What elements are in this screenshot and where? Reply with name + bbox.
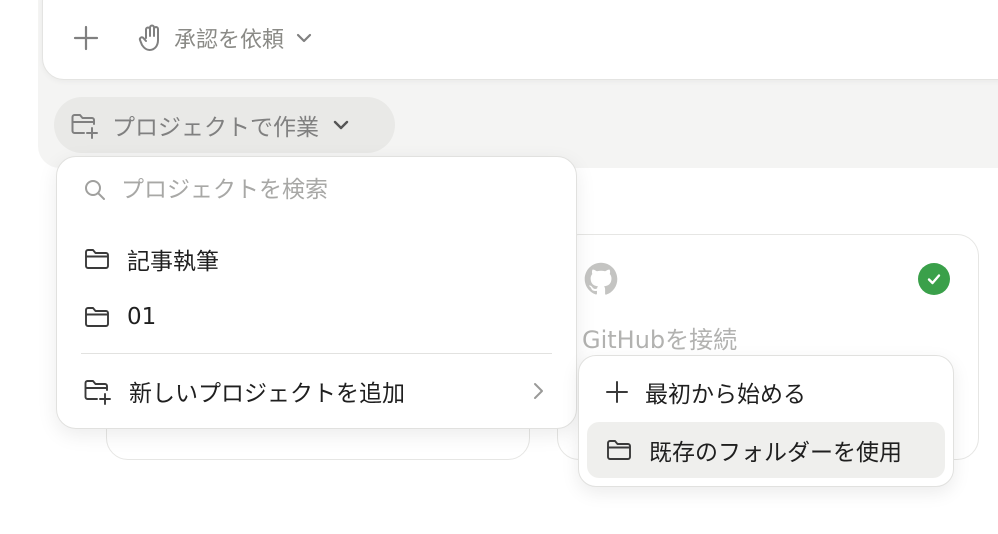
hand-icon [138,24,159,51]
add-new-project-label: 新しいプロジェクトを追加 [129,381,405,407]
add-project-submenu: 最初から始める 既存のフォルダーを使用 [578,355,954,487]
folder-icon [85,307,109,327]
project-selector-button[interactable]: プロジェクトで作業 [54,97,395,153]
project-dropdown-menu: 記事執筆 01 新しいプロジェクトを追加 [56,156,577,429]
plus-icon [606,381,628,403]
github-connect-label: GitHubを接続 [582,326,738,354]
use-existing-folder-label: 既存のフォルダーを使用 [649,440,902,466]
project-search [83,177,521,203]
project-selector-label: プロジェクトで作業 [112,115,319,141]
search-icon [85,180,105,200]
project-search-input[interactable] [121,177,521,203]
folder-plus-icon [71,114,98,139]
start-from-scratch-item[interactable]: 最初から始める [587,364,945,420]
chevron-down-icon [333,120,349,130]
project-item[interactable]: 01 [57,293,576,341]
request-approval-label: 承認を依頼 [174,28,285,53]
add-attachment-button[interactable] [70,22,102,54]
start-from-scratch-label: 最初から始める [645,382,806,408]
folder-icon [85,249,109,269]
folder-plus-icon [84,380,111,405]
project-item-label: 記事執筆 [127,249,219,275]
menu-divider [81,353,552,354]
plus-icon [73,25,99,51]
add-new-project-item[interactable]: 新しいプロジェクトを追加 [57,367,576,415]
connected-check-icon [918,263,950,295]
project-item[interactable]: 記事執筆 [57,235,576,283]
request-approval-button[interactable]: 承認を依頼 [138,20,314,56]
folder-icon [607,440,631,460]
chevron-down-icon [296,33,312,43]
chevron-right-icon [534,383,543,399]
project-item-label: 01 [127,304,157,330]
use-existing-folder-item[interactable]: 既存のフォルダーを使用 [587,422,945,478]
github-icon [584,262,618,296]
